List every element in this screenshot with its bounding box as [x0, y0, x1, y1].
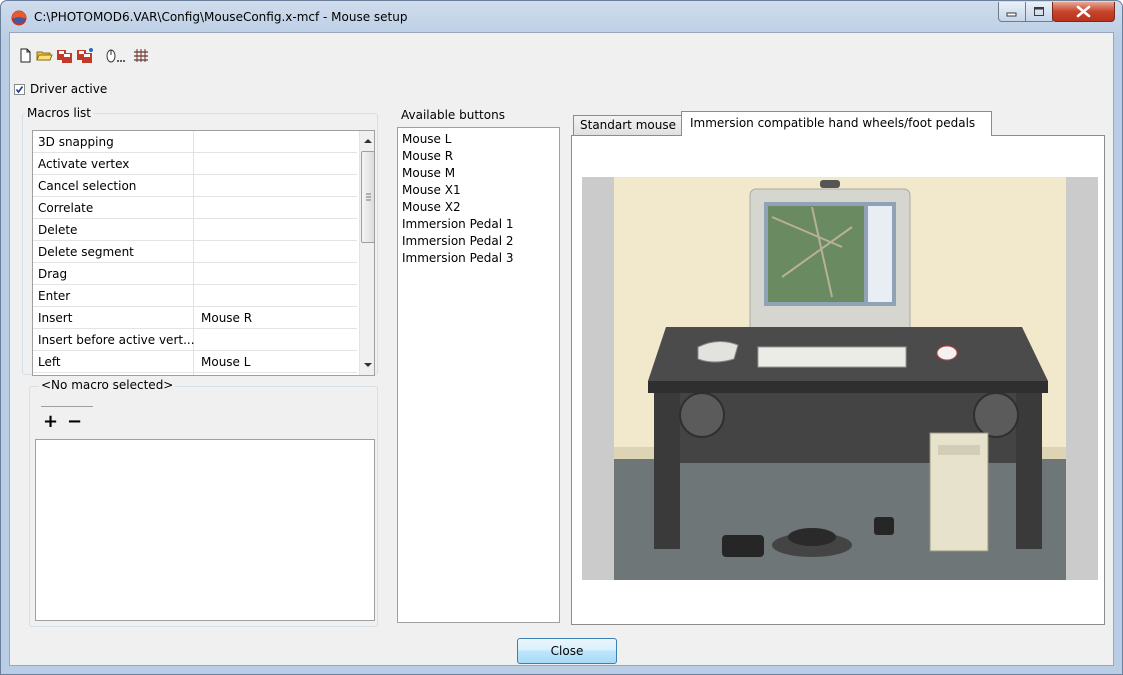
- app-icon: [11, 10, 27, 26]
- available-buttons-list[interactable]: Mouse L Mouse R Mouse M Mouse X1 Mouse X2 Imm…: [397, 127, 560, 623]
- table-row[interactable]: Insert Mouse R: [33, 307, 357, 329]
- table-row[interactable]: Insert before active vert...: [33, 329, 357, 351]
- table-row[interactable]: 3D snapping: [33, 131, 357, 153]
- close-icon: [1076, 5, 1091, 18]
- scrollbar-thumb[interactable]: [361, 151, 374, 243]
- macro-button-cell: Mouse R: [201, 311, 253, 325]
- tab-label: Standart mouse: [580, 118, 676, 132]
- macro-editor-area[interactable]: [35, 439, 375, 621]
- macro-name-cell: Cancel selection: [38, 179, 137, 193]
- table-row[interactable]: Drag: [33, 263, 357, 285]
- maximize-icon: [1034, 7, 1044, 16]
- macro-name-cell: Insert before active vert...: [38, 333, 195, 347]
- table-row[interactable]: Activate vertex: [33, 153, 357, 175]
- separator: [41, 406, 93, 407]
- macro-name-cell: Drag: [38, 267, 68, 281]
- table-row[interactable]: Left Mouse L: [33, 351, 357, 373]
- table-row[interactable]: Delete segment: [33, 241, 357, 263]
- list-item[interactable]: Mouse X1: [402, 182, 461, 199]
- scroll-down-icon[interactable]: [360, 357, 375, 373]
- workstation-photo: [582, 177, 1098, 580]
- table-row[interactable]: Cancel selection: [33, 175, 357, 197]
- list-item[interactable]: Mouse M: [402, 165, 455, 182]
- list-item[interactable]: Immersion Pedal 1: [402, 216, 514, 233]
- macro-name-cell: 3D snapping: [38, 135, 114, 149]
- mouse-setup-window: C:\PHOTOMOD6.VAR\Config\MouseConfig.x-mc…: [0, 0, 1123, 675]
- macro-name-cell: Enter: [38, 289, 71, 303]
- macros-scrollbar[interactable]: [359, 131, 375, 375]
- macro-name-cell: Activate vertex: [38, 157, 130, 171]
- scroll-up-icon[interactable]: [360, 133, 375, 149]
- tab-standart-mouse[interactable]: Standart mouse: [573, 115, 682, 135]
- minimize-icon: [1006, 12, 1017, 17]
- table-row[interactable]: Correlate: [33, 197, 357, 219]
- table-row[interactable]: Enter: [33, 285, 357, 307]
- grid-icon[interactable]: [132, 47, 149, 64]
- minimize-button[interactable]: [998, 2, 1026, 22]
- table-row[interactable]: Delete: [33, 219, 357, 241]
- new-file-icon[interactable]: [17, 47, 34, 64]
- list-item[interactable]: Mouse L: [402, 131, 451, 148]
- macros-table[interactable]: 3D snapping Activate vertex Cancel selecti…: [32, 130, 375, 376]
- macros-list-label: Macros list: [25, 106, 94, 120]
- macro-name-cell: Delete segment: [38, 245, 134, 259]
- grip-icon: [366, 193, 371, 201]
- remove-button[interactable]: −: [67, 411, 82, 432]
- driver-active-label[interactable]: Driver active: [30, 82, 107, 96]
- list-item[interactable]: Mouse X2: [402, 199, 461, 216]
- add-button[interactable]: +: [43, 411, 58, 432]
- close-button-label: Close: [550, 644, 584, 658]
- close-button[interactable]: Close: [517, 638, 617, 664]
- macro-name-cell: Insert: [38, 311, 73, 325]
- driver-active-checkbox[interactable]: [14, 84, 25, 95]
- list-item[interactable]: Mouse R: [402, 148, 453, 165]
- checkmark-icon: [15, 86, 24, 94]
- macro-name-cell: Correlate: [38, 201, 94, 215]
- tab-label: Immersion compatible hand wheels/foot pe…: [690, 116, 976, 130]
- tab-content-panel: [571, 135, 1105, 625]
- save-icon[interactable]: [56, 47, 73, 64]
- tab-immersion-pedals[interactable]: Immersion compatible hand wheels/foot pe…: [681, 111, 992, 136]
- macro-detail-label: <No macro selected>: [39, 378, 176, 392]
- macro-name-cell: Delete: [38, 223, 78, 237]
- window-title: C:\PHOTOMOD6.VAR\Config\MouseConfig.x-mc…: [34, 10, 408, 24]
- title-bar[interactable]: C:\PHOTOMOD6.VAR\Config\MouseConfig.x-mc…: [1, 1, 1122, 32]
- save-as-icon[interactable]: [76, 47, 93, 64]
- open-folder-icon[interactable]: [36, 47, 53, 64]
- close-window-button[interactable]: [1052, 2, 1115, 22]
- macro-name-cell: Left: [38, 355, 61, 369]
- available-buttons-label: Available buttons: [401, 108, 505, 122]
- mouse-settings-icon[interactable]: [104, 47, 126, 64]
- maximize-button[interactable]: [1025, 2, 1053, 22]
- list-item[interactable]: Immersion Pedal 3: [402, 250, 514, 267]
- list-item[interactable]: Immersion Pedal 2: [402, 233, 514, 250]
- macro-button-cell: Mouse L: [201, 355, 251, 369]
